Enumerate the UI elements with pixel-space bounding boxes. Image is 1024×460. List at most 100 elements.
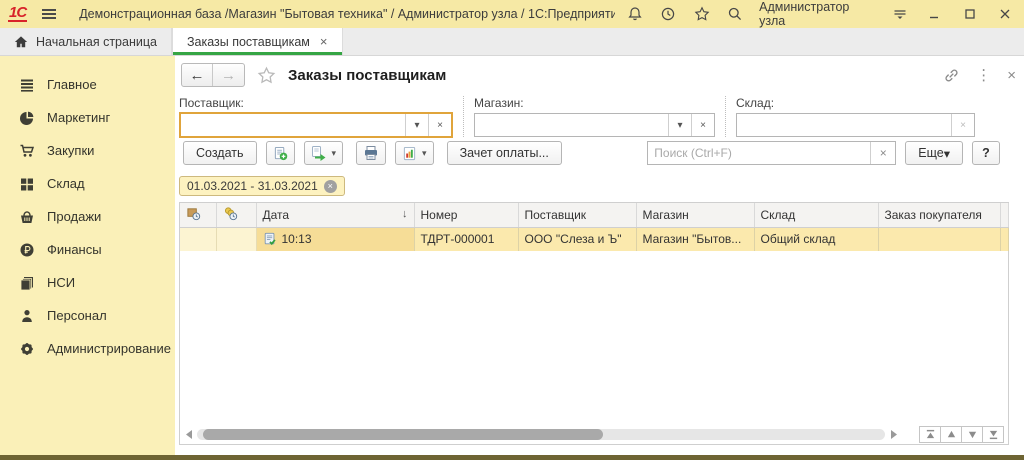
sidebar-item-sales[interactable]: Продажи <box>0 200 175 233</box>
more-button[interactable]: Еще ▾ <box>905 141 963 165</box>
add-to-favorites-star-icon[interactable] <box>257 66 276 85</box>
scrollbar-thumb[interactable] <box>203 429 603 440</box>
basket-icon <box>18 208 35 225</box>
current-user-label[interactable]: Администратор узла <box>759 0 876 28</box>
number-cell[interactable]: ТДРТ-000001 <box>414 227 518 251</box>
sidebar-item-label: Администрирование <box>47 341 171 356</box>
go-to-last-button[interactable] <box>982 426 1004 443</box>
supplier-filter-input[interactable] <box>181 114 405 136</box>
column-header-customer-order[interactable]: Заказ покупателя <box>878 203 1000 227</box>
search-clear-icon[interactable]: × <box>870 142 895 164</box>
search-input[interactable] <box>648 142 870 164</box>
tab-supplier-orders[interactable]: Заказы поставщикам × <box>172 28 343 55</box>
sidebar-item-finance[interactable]: Финансы <box>0 233 175 266</box>
row-time: 10:13 <box>282 232 312 246</box>
column-header-supplier[interactable]: Поставщик <box>518 203 636 227</box>
command-bar: Создать ▾ ▾ <box>179 140 1024 166</box>
printer-icon <box>363 145 379 161</box>
window-bottom-strip <box>0 455 1024 460</box>
print-button[interactable] <box>356 141 386 165</box>
tab-close-icon[interactable]: × <box>320 34 328 49</box>
get-link-icon[interactable] <box>943 67 960 84</box>
goods-status-column-header[interactable] <box>180 203 216 227</box>
column-header-date[interactable]: Дата ↓ <box>256 203 414 227</box>
column-header-store[interactable]: Магазин <box>636 203 754 227</box>
main-menu-icon[interactable] <box>37 5 61 23</box>
global-search-icon[interactable] <box>726 4 746 24</box>
sidebar-item-personnel[interactable]: Персонал <box>0 299 175 332</box>
goods-clock-icon <box>186 206 201 221</box>
warehouse-filter-input[interactable] <box>737 114 951 136</box>
supplier-dropdown-icon[interactable]: ▾ <box>405 114 428 136</box>
store-cell[interactable]: Магазин "Бытов... <box>636 227 754 251</box>
date-cell[interactable]: 10:13 <box>256 227 414 251</box>
forward-button[interactable]: → <box>213 64 244 86</box>
grid-boxes-icon <box>18 175 35 192</box>
sidebar-item-label: Продажи <box>47 209 101 224</box>
menu-lines-icon <box>18 76 35 93</box>
supplier-cell[interactable]: ООО "Слеза и Ъ" <box>518 227 636 251</box>
history-icon[interactable] <box>659 4 679 24</box>
page-title: Заказы поставщикам <box>288 67 446 84</box>
dropdown-arrow-icon: ▾ <box>944 146 950 161</box>
warehouse-cell[interactable]: Общий склад <box>754 227 878 251</box>
scroll-left-icon[interactable] <box>184 430 194 439</box>
favorites-star-icon[interactable] <box>692 4 712 24</box>
tab-home[interactable]: Начальная страница <box>0 28 172 55</box>
sidebar-item-nsi[interactable]: НСИ <box>0 266 175 299</box>
column-header-number[interactable]: Номер <box>414 203 518 227</box>
scrollbar-track[interactable] <box>197 429 885 440</box>
close-form-icon[interactable]: × <box>1007 67 1016 84</box>
posted-document-icon <box>263 232 277 246</box>
maximize-button[interactable] <box>959 4 980 24</box>
help-button[interactable]: ? <box>972 141 1000 165</box>
list-empty-area[interactable] <box>180 251 1008 425</box>
store-clear-icon[interactable]: × <box>691 114 714 136</box>
payment-status-cell <box>216 227 256 251</box>
service-menu-icon[interactable] <box>890 4 910 24</box>
store-filter-combo: ▾ × <box>474 113 715 137</box>
stub-cell <box>1000 227 1008 251</box>
table-row[interactable]: 10:13 ТДРТ-000001 ООО "Слеза и Ъ" Магази… <box>180 227 1008 251</box>
tab-home-label: Начальная страница <box>36 35 157 49</box>
sort-descending-icon: ↓ <box>402 208 408 220</box>
previous-page-button[interactable] <box>940 426 962 443</box>
ruble-circle-icon <box>18 241 35 258</box>
sidebar-item-administration[interactable]: Администрирование <box>0 332 175 365</box>
create-based-on-icon <box>311 145 327 161</box>
payment-status-column-header[interactable] <box>216 203 256 227</box>
sidebar-item-main[interactable]: Главное <box>0 68 175 101</box>
sidebar-item-marketing[interactable]: Маркетинг <box>0 101 175 134</box>
copy-document-button[interactable] <box>266 141 295 165</box>
reports-button[interactable]: ▾ <box>395 141 434 165</box>
next-page-button[interactable] <box>961 426 983 443</box>
remove-period-filter-icon[interactable]: × <box>324 180 337 193</box>
offset-payment-button[interactable]: Зачет оплаты... <box>447 141 562 165</box>
supplier-clear-icon[interactable]: × <box>428 114 451 136</box>
kebab-menu-icon[interactable]: ⋮ <box>976 66 991 84</box>
create-button[interactable]: Создать <box>183 141 257 165</box>
customer-order-cell[interactable] <box>878 227 1000 251</box>
back-button[interactable]: ← <box>182 64 213 86</box>
sidebar-item-label: Финансы <box>47 242 102 257</box>
pie-chart-icon <box>18 109 35 126</box>
form-area: ← → Заказы поставщикам ⋮ × Пос <box>175 56 1024 455</box>
store-filter-label: Магазин: <box>474 96 715 110</box>
warehouse-clear-icon[interactable]: × <box>951 114 974 136</box>
minimize-button[interactable] <box>924 4 945 24</box>
tab-bar: Начальная страница Заказы поставщикам × <box>0 28 1024 56</box>
search-box: × <box>647 141 896 165</box>
column-header-warehouse[interactable]: Склад <box>754 203 878 227</box>
dropdown-arrow-icon: ▾ <box>422 148 427 159</box>
close-window-button[interactable] <box>995 4 1016 24</box>
sidebar-item-warehouse[interactable]: Склад <box>0 167 175 200</box>
store-dropdown-icon[interactable]: ▾ <box>668 114 691 136</box>
period-filter-tag[interactable]: 01.03.2021 - 31.03.2021 × <box>179 176 345 196</box>
notifications-bell-icon[interactable] <box>625 4 645 24</box>
scroll-right-icon[interactable] <box>888 430 898 439</box>
sidebar-item-label: Закупки <box>47 143 94 158</box>
create-based-on-button[interactable]: ▾ <box>304 141 344 165</box>
go-to-first-button[interactable] <box>919 426 941 443</box>
store-filter-input[interactable] <box>475 114 668 136</box>
sidebar-item-purchases[interactable]: Закупки <box>0 134 175 167</box>
